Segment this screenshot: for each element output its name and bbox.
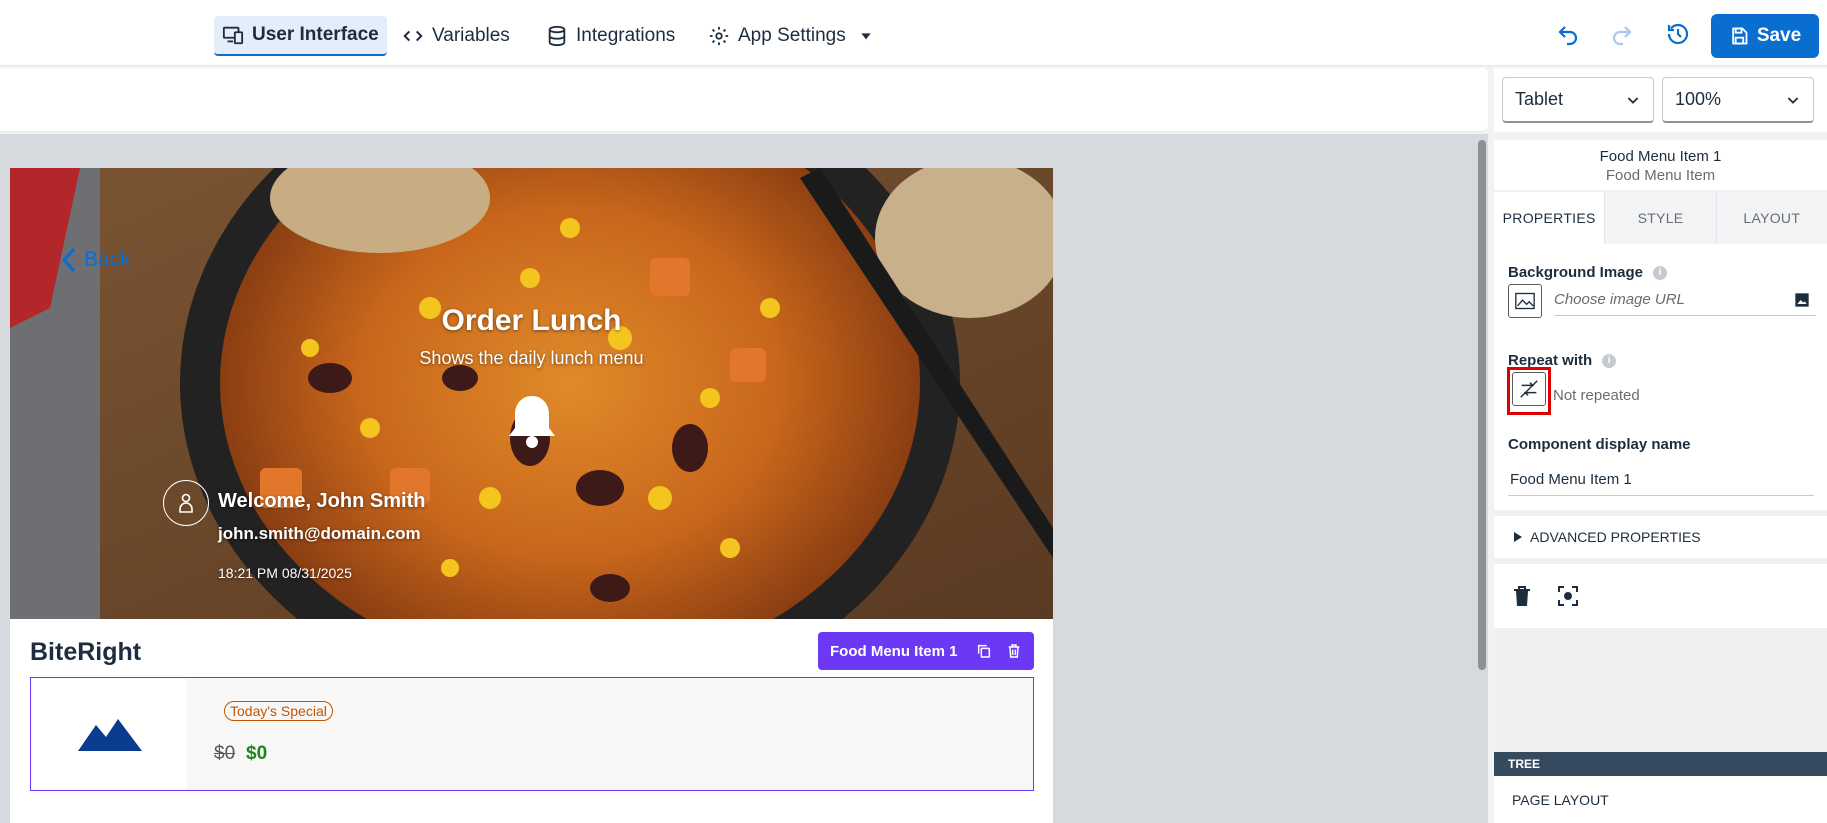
top-toolbar: User Interface Variables Integrations Ap… xyxy=(0,0,1827,66)
info-icon[interactable]: i xyxy=(1602,353,1617,368)
delete-icon[interactable] xyxy=(1510,584,1534,608)
caret-down-icon[interactable] xyxy=(858,28,874,44)
tab-variables[interactable]: Variables xyxy=(394,16,518,56)
copy-icon[interactable] xyxy=(976,643,992,659)
bell-icon[interactable] xyxy=(500,390,564,454)
mountain-icon xyxy=(77,719,142,751)
advanced-properties-toggle[interactable]: ADVANCED PROPERTIES xyxy=(1494,516,1827,558)
properties-section: Background Image i Choose image URL Repe… xyxy=(1494,244,1827,510)
avatar[interactable] xyxy=(163,480,209,526)
save-button[interactable]: Save xyxy=(1711,14,1819,58)
user-icon xyxy=(179,493,193,513)
page-subtitle: Shows the daily lunch menu xyxy=(419,348,644,368)
database-icon xyxy=(548,25,566,47)
chevron-down-icon xyxy=(1787,96,1799,104)
gear-icon xyxy=(709,26,729,46)
save-label: Save xyxy=(1756,25,1802,46)
caret-right-icon xyxy=(1514,532,1522,542)
display-name-text: Component display name xyxy=(1508,436,1691,453)
panel-tabs: PROPERTIES STYLE LAYOUT xyxy=(1494,192,1827,244)
tab-label: Variables xyxy=(432,25,510,46)
page-title: Order Lunch xyxy=(441,304,622,337)
code-icon xyxy=(403,30,423,42)
display-name-label: Component display name xyxy=(1508,436,1691,453)
viewport-controls: Tablet 100% xyxy=(1494,68,1827,132)
hero-header: Back Order Lunch Shows the daily lunch m… xyxy=(10,168,1053,619)
tab-label: User Interface xyxy=(252,24,379,45)
tree-item-page-layout[interactable]: PAGE LAYOUT xyxy=(1494,776,1827,823)
background-image-label: Background Image i xyxy=(1508,264,1668,281)
repeat-off-icon xyxy=(1520,380,1538,398)
timestamp: 18:21 PM 08/31/2025 xyxy=(218,565,352,581)
special-badge: Today's Special xyxy=(224,701,333,721)
canvas-scrollbar[interactable] xyxy=(1478,140,1486,670)
history-icon[interactable] xyxy=(1664,20,1692,48)
original-price: $0 xyxy=(214,743,236,764)
focus-icon[interactable] xyxy=(1556,584,1580,608)
undo-icon[interactable] xyxy=(1554,20,1582,48)
image-placeholder xyxy=(32,679,187,789)
repeat-value: Not repeated xyxy=(1553,387,1640,404)
component-type: Food Menu Item xyxy=(1605,167,1716,184)
background-image-text: Background Image xyxy=(1508,264,1644,281)
zoom-value: 100% xyxy=(1675,89,1722,109)
chevron-left-icon xyxy=(61,247,76,273)
tree-header: TREE xyxy=(1494,752,1827,776)
tab-integrations[interactable]: Integrations xyxy=(538,16,683,56)
tab-label: Integrations xyxy=(576,25,676,46)
food-menu-item-card[interactable]: Today's Special $0 $0 xyxy=(30,677,1034,791)
floppy-icon xyxy=(1732,27,1748,45)
tab-style[interactable]: STYLE xyxy=(1604,192,1715,244)
image-url-placeholder: Choose image URL xyxy=(1554,291,1685,308)
chevron-down-icon xyxy=(1627,96,1639,104)
advanced-label: ADVANCED PROPERTIES xyxy=(1530,529,1701,545)
tab-layout[interactable]: LAYOUT xyxy=(1715,192,1827,244)
image-url-input[interactable]: Choose image URL xyxy=(1554,284,1816,316)
selected-component-label: Food Menu Item 1 xyxy=(830,642,958,660)
image-browse-icon[interactable] xyxy=(1794,292,1810,308)
devices-icon xyxy=(222,26,244,45)
zoom-select[interactable]: 100% xyxy=(1662,77,1814,123)
selected-component-toolbar: Food Menu Item 1 xyxy=(818,632,1034,670)
component-name: Food Menu Item 1 xyxy=(1599,148,1722,165)
brand-title: BiteRight xyxy=(30,638,142,666)
back-link[interactable]: Back xyxy=(60,246,131,274)
device-select[interactable]: Tablet xyxy=(1502,77,1654,123)
component-actions xyxy=(1494,564,1827,628)
trash-icon[interactable] xyxy=(1006,643,1022,659)
repeat-picker-button[interactable] xyxy=(1512,372,1546,406)
image-picker-button[interactable] xyxy=(1508,284,1542,318)
tab-user-interface[interactable]: User Interface xyxy=(214,16,387,56)
app-preview-page: Back Order Lunch Shows the daily lunch m… xyxy=(10,168,1053,823)
tab-app-settings[interactable]: App Settings xyxy=(700,16,882,56)
panel-header: Food Menu Item 1 Food Menu Item xyxy=(1494,140,1827,190)
user-email: john.smith@domain.com xyxy=(218,524,421,543)
display-name-input[interactable]: Food Menu Item 1 xyxy=(1508,464,1814,496)
properties-panel: Food Menu Item 1 Food Menu Item PROPERTI… xyxy=(1494,140,1827,823)
redo-icon[interactable] xyxy=(1608,20,1636,48)
back-label: Back xyxy=(84,248,131,271)
tab-properties[interactable]: PROPERTIES xyxy=(1494,192,1605,244)
image-icon xyxy=(1515,292,1535,310)
welcome-text: Welcome, John Smith xyxy=(218,490,426,512)
discount-price: $0 xyxy=(246,743,268,764)
info-icon[interactable]: i xyxy=(1653,265,1668,280)
tab-label: App Settings xyxy=(738,25,846,46)
device-value: Tablet xyxy=(1515,89,1564,109)
canvas-toolbar xyxy=(0,68,1488,132)
